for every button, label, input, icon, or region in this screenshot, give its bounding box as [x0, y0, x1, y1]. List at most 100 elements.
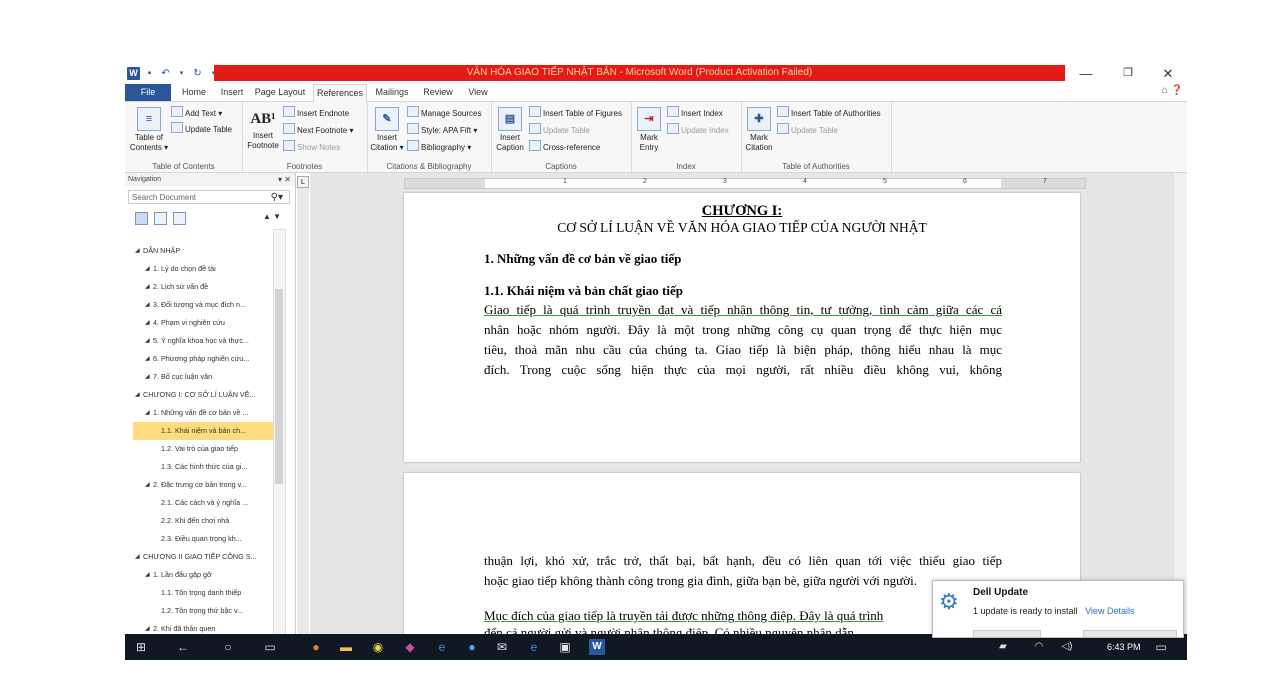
collapse-icon[interactable]: ◢ — [145, 332, 150, 350]
collapse-icon[interactable]: ◢ — [145, 368, 150, 386]
ruler-toggle-button[interactable]: L — [297, 176, 309, 188]
undo-icon[interactable]: ↶ — [159, 67, 172, 80]
nav-heading-item[interactable]: 1.2. Vai trò của giao tiếp — [133, 440, 273, 458]
nav-heading-item[interactable]: ◢ CHƯƠNG I: CƠ SỞ LÍ LUẬN VỀ... — [133, 386, 273, 404]
chrome-icon[interactable]: ◉ — [370, 639, 386, 655]
nav-heading-item[interactable]: 1.2. Tôn trọng thứ bậc v... — [133, 602, 273, 620]
add-text-button[interactable]: Add Text ▾ — [171, 106, 222, 120]
tab-page-layout[interactable]: Page Layout — [253, 84, 307, 101]
collapse-icon[interactable]: ◢ — [145, 566, 150, 584]
bibliography-button[interactable]: Bibliography ▾ — [407, 140, 471, 154]
headings-view-icon[interactable] — [135, 212, 148, 225]
save-icon[interactable]: ▪ — [143, 67, 156, 80]
insert-table-of-figures-button[interactable]: Insert Table of Figures — [529, 106, 622, 120]
word-icon[interactable]: W — [589, 639, 605, 655]
collapse-icon[interactable]: ◢ — [145, 404, 150, 422]
captions-update-table-button[interactable]: Update Table — [529, 123, 590, 137]
show-notes-button[interactable]: Show Notes — [283, 140, 340, 154]
results-view-icon[interactable] — [173, 212, 186, 225]
maps-icon[interactable]: ◆ — [402, 639, 418, 655]
dell-update-notification[interactable]: ⚙ Dell Update 1 update is ready to insta… — [932, 580, 1184, 638]
collapse-icon[interactable]: ◢ — [145, 296, 150, 314]
tray-icon[interactable]: ▰ — [995, 639, 1011, 655]
insert-footnote-button[interactable]: AB¹ Insert Footnote — [245, 107, 281, 151]
collapse-icon[interactable]: ◢ — [145, 278, 150, 296]
tab-insert[interactable]: Insert — [215, 84, 249, 101]
nav-heading-item[interactable]: 1.1. Tôn trọng danh thiếp — [133, 584, 273, 602]
close-button[interactable]: ✕ — [1153, 65, 1183, 82]
restore-button[interactable]: ❐ — [1113, 65, 1143, 82]
windows-icon[interactable]: ⊞ — [133, 639, 149, 655]
navigation-close-icon[interactable]: ▾ ✕ — [278, 173, 291, 186]
insert-citation-button[interactable]: ✎ Insert Citation ▾ — [370, 107, 404, 153]
edge-icon[interactable]: e — [526, 639, 542, 655]
collapse-icon[interactable]: ◢ — [145, 314, 150, 332]
tab-references[interactable]: References — [313, 84, 367, 102]
pages-view-icon[interactable] — [154, 212, 167, 225]
nav-heading-item[interactable]: ◢ 6. Phương pháp nghiên cứu... — [133, 350, 273, 368]
notification-button[interactable] — [973, 630, 1041, 637]
nav-heading-item[interactable]: ◢ 4. Phạm vi nghiên cứu — [133, 314, 273, 332]
ie-icon[interactable]: e — [434, 639, 450, 655]
file-explorer-icon[interactable]: ▬ — [338, 639, 354, 655]
mail-icon[interactable]: ✉ — [494, 639, 510, 655]
minimize-button[interactable]: — — [1071, 65, 1101, 82]
authorities-update-table-button[interactable]: Update Table — [777, 123, 838, 137]
dropdown-icon[interactable]: ▾ — [175, 67, 188, 80]
insert-endnote-button[interactable]: Insert Endnote — [283, 106, 349, 120]
collapse-icon[interactable]: ◢ — [135, 548, 140, 566]
nav-heading-item[interactable]: 1.3. Các hình thức của gi... — [133, 458, 273, 476]
tab-home[interactable]: Home — [177, 84, 211, 101]
tab-mailings[interactable]: Mailings — [372, 84, 412, 101]
view-details-link[interactable]: View Details — [1085, 606, 1134, 616]
notification-center-icon[interactable]: ▭ — [1153, 639, 1169, 655]
tab-review[interactable]: Review — [420, 84, 456, 101]
collapse-icon[interactable]: ◢ — [145, 350, 150, 368]
navigation-search-input[interactable]: Search Document ⚲▾ — [128, 190, 290, 204]
help-icon[interactable]: ⌂ ❓ — [1162, 85, 1183, 96]
nav-heading-item[interactable]: ◢ 5. Ý nghĩa khoa học và thực... — [133, 332, 273, 350]
collapse-icon[interactable]: ◢ — [145, 476, 150, 494]
nav-heading-item[interactable]: ◢ 2. Lịch sử vấn đề — [133, 278, 273, 296]
insert-table-of-authorities-button[interactable]: Insert Table of Authorities — [777, 106, 881, 120]
nav-heading-item[interactable]: ◢ 7. Bố cục luận văn — [133, 368, 273, 386]
navigation-scrollbar[interactable] — [273, 229, 286, 636]
nav-heading-item[interactable]: 2.1. Các cách và ý nghĩa ... — [133, 494, 273, 512]
tab-view[interactable]: View — [463, 84, 493, 101]
nav-heading-item[interactable]: ◢ CHƯƠNG II GIAO TIẾP CÔNG S... — [133, 548, 273, 566]
search-icon[interactable]: ○ — [220, 639, 236, 655]
update-table-button[interactable]: Update Table — [171, 122, 232, 136]
back-icon[interactable]: ← — [175, 639, 191, 655]
mark-citation-button[interactable]: ✚ Mark Citation — [743, 107, 775, 153]
nav-heading-item[interactable]: 2.2. Khi đến chơi nhà — [133, 512, 273, 530]
app-icon[interactable]: ● — [464, 639, 480, 655]
nav-heading-item[interactable]: ◢ 1. Lần đầu gặp gỡ — [133, 566, 273, 584]
insert-caption-button[interactable]: ▤ Insert Caption — [493, 107, 527, 153]
next-footnote-button[interactable]: Next Footnote ▾ — [283, 123, 354, 137]
repeat-icon[interactable]: ↻ — [191, 67, 204, 80]
nav-heading-item[interactable]: 1.1. Khái niệm và bản ch... — [133, 422, 273, 440]
nav-heading-item[interactable]: ◢ 2. Đặc trưng cơ bản trong v... — [133, 476, 273, 494]
store-icon[interactable]: ▣ — [557, 639, 573, 655]
update-index-button[interactable]: Update Index — [667, 123, 729, 137]
volume-icon[interactable]: ◁) — [1059, 639, 1075, 655]
navigation-scroll-thumb[interactable] — [275, 289, 283, 484]
mark-entry-button[interactable]: ⇥ Mark Entry — [633, 107, 665, 153]
firefox-icon[interactable]: ● — [308, 639, 324, 655]
collapse-icon[interactable]: ◢ — [145, 260, 150, 278]
manage-sources-button[interactable]: Manage Sources — [407, 106, 481, 120]
document-scrollbar[interactable] — [1173, 173, 1187, 634]
navigation-arrows[interactable]: ▲ ▼ — [263, 212, 281, 221]
wifi-icon[interactable]: ◠ — [1031, 639, 1047, 655]
insert-index-button[interactable]: Insert Index — [667, 106, 723, 120]
search-icon[interactable]: ⚲▾ — [271, 191, 283, 205]
notification-button[interactable] — [1083, 630, 1177, 637]
nav-heading-item[interactable]: ◢ 3. Đối tượng và mục đích n... — [133, 296, 273, 314]
style-dropdown[interactable]: Style: APA Fift ▾ — [407, 123, 477, 137]
page-1[interactable]: CHƯƠNG I: CƠ SỞ LÍ LUẬN VỀ VĂN HÓA GIAO … — [404, 193, 1080, 462]
nav-heading-item[interactable]: ◢ 1. Lý do chọn đề tài — [133, 260, 273, 278]
tab-file[interactable]: File — [125, 84, 171, 101]
collapse-icon[interactable]: ◢ — [135, 242, 140, 260]
nav-heading-item[interactable]: ◢ DẪN NHẬP — [133, 242, 273, 260]
table-of-contents-button[interactable]: ≡ Table of Contents ▾ — [128, 107, 170, 153]
